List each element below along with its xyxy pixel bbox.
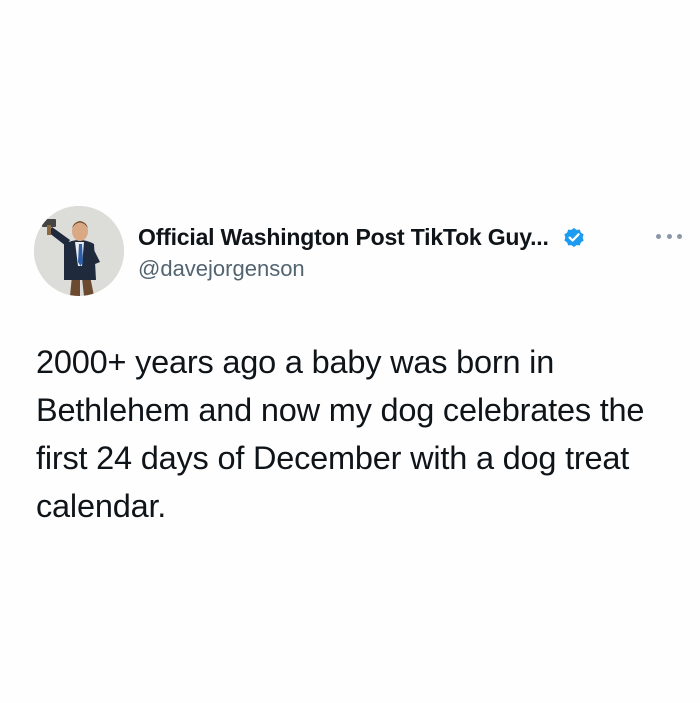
tweet-text: 2000+ years ago a baby was born in Bethl… (36, 344, 645, 524)
author-handle[interactable]: @davejorgenson (138, 256, 305, 282)
more-dot (666, 233, 672, 239)
verified-badge-icon (562, 225, 586, 249)
avatar-image (34, 206, 124, 296)
avatar[interactable] (34, 206, 124, 296)
author-name-row: Official Washington Post TikTok Guy... (138, 222, 586, 252)
tweet-card: Official Washington Post TikTok Guy... @… (0, 0, 700, 703)
more-dot (656, 233, 661, 239)
more-options-icon[interactable] (656, 231, 682, 241)
more-dot (677, 233, 682, 239)
author-display-name[interactable]: Official Washington Post TikTok Guy... (138, 224, 549, 251)
